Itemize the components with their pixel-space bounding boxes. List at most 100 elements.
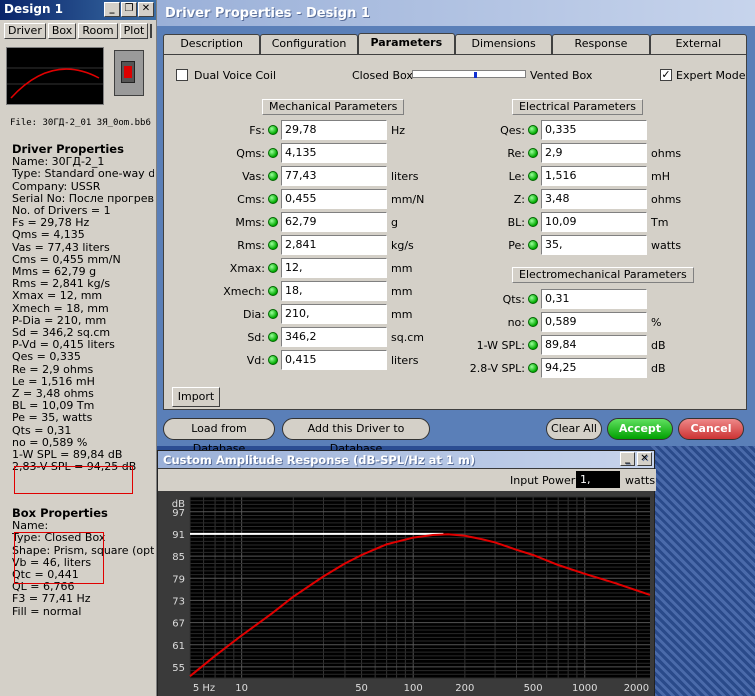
mechanical-parameters-header: Mechanical Parameters — [262, 99, 405, 115]
dialog-title[interactable]: Driver Properties - Design 1 — [157, 0, 755, 26]
param-input[interactable]: 0,31 — [541, 289, 647, 309]
param-input[interactable]: 346,2 — [281, 327, 387, 347]
graph-titlebar[interactable]: Custom Amplitude Response (dB-SPL/Hz at … — [158, 451, 654, 468]
param-input[interactable]: 2,9 — [541, 143, 647, 163]
accept-button[interactable]: Accept — [607, 418, 673, 440]
param-label: Cms: — [237, 192, 265, 206]
close-icon[interactable]: ✕ — [637, 452, 652, 466]
graph-toolbar: Input Power: 1, watts — [158, 469, 656, 491]
status-led-icon[interactable] — [268, 217, 278, 227]
tab-description[interactable]: Description — [163, 34, 261, 54]
param-input[interactable]: 0,335 — [541, 120, 647, 140]
minimize-icon[interactable]: _ — [620, 452, 635, 466]
param-unit: kg/s — [391, 238, 414, 252]
tab-parameters[interactable]: Parameters — [357, 33, 455, 54]
slider-knob[interactable] — [474, 72, 477, 78]
driver-properties-list: Driver Properties Name: 30ГД-2_1 Type: St… — [12, 143, 154, 473]
param-unit: watts — [651, 238, 682, 252]
driver-property-line: Company: USSR — [12, 179, 101, 193]
param-input[interactable]: 0,455 — [281, 189, 387, 209]
clear-all-button[interactable]: Clear All — [546, 418, 602, 440]
box-highlight — [14, 532, 104, 584]
param-label: Rms: — [237, 238, 265, 252]
tab-plot[interactable]: Plot — [119, 23, 149, 39]
tab-box[interactable]: Box — [47, 23, 77, 39]
param-unit: ohms — [651, 146, 682, 160]
param-label: Qts: — [502, 292, 525, 306]
add-driver-to-database-button[interactable]: Add this Driver to Database — [282, 418, 430, 455]
status-led-icon[interactable] — [528, 294, 538, 304]
driver-property-line: Xmax = 12, mm — [12, 289, 103, 303]
param-label: Xmax: — [229, 261, 265, 275]
desktop-background — [650, 440, 755, 696]
tab-room[interactable]: Room — [78, 23, 118, 39]
status-led-icon[interactable] — [528, 240, 538, 250]
status-led-icon[interactable] — [528, 125, 538, 135]
param-unit: mm/N — [391, 192, 425, 206]
status-led-icon[interactable] — [268, 171, 278, 181]
param-input[interactable]: 29,78 — [281, 120, 387, 140]
status-led-icon[interactable] — [268, 309, 278, 319]
y-tick-label: 79 — [172, 574, 185, 585]
status-led-icon[interactable] — [528, 194, 538, 204]
response-thumbnail[interactable] — [6, 47, 104, 105]
restore-icon[interactable]: ❐ — [121, 2, 137, 17]
response-plot[interactable]: 5561677379859197dB5 Hz 10 50 100 200 500 1000 2… — [158, 491, 654, 696]
status-led-icon[interactable] — [528, 317, 538, 327]
design-tabs: Driver Box Room Plot — [0, 20, 156, 42]
status-led-icon[interactable] — [268, 125, 278, 135]
design-window-titlebar[interactable]: Design 1 _ ❐ ✕ — [0, 0, 156, 20]
color-swatch[interactable] — [150, 24, 153, 38]
status-led-icon[interactable] — [528, 148, 538, 158]
param-input[interactable]: 10,09 — [541, 212, 647, 232]
param-input[interactable]: 89,84 — [541, 335, 647, 355]
param-input[interactable]: 4,135 — [281, 143, 387, 163]
tab-external[interactable]: External — [649, 34, 747, 54]
tab-driver[interactable]: Driver — [4, 23, 46, 39]
expert-mode-checkbox[interactable]: ✓ — [660, 69, 672, 81]
param-input[interactable]: 62,79 — [281, 212, 387, 232]
status-led-icon[interactable] — [268, 286, 278, 296]
minimize-icon[interactable]: _ — [104, 2, 120, 17]
status-led-icon[interactable] — [268, 194, 278, 204]
status-led-icon[interactable] — [268, 148, 278, 158]
status-led-icon[interactable] — [528, 363, 538, 373]
param-input[interactable]: 18, — [281, 281, 387, 301]
param-input[interactable]: 1,516 — [541, 166, 647, 186]
status-led-icon[interactable] — [268, 355, 278, 365]
tab-configuration[interactable]: Configuration — [260, 34, 358, 54]
input-power-field[interactable]: 1, — [576, 471, 620, 488]
status-led-icon[interactable] — [268, 263, 278, 273]
param-input[interactable]: 3,48 — [541, 189, 647, 209]
param-input[interactable]: 210, — [281, 304, 387, 324]
param-row: Fs: 29,78 Hz — [208, 120, 405, 140]
x-tick-label: 500 — [524, 683, 543, 694]
param-input[interactable]: 35, — [541, 235, 647, 255]
param-input[interactable]: 94,25 — [541, 358, 647, 378]
param-input[interactable]: 2,841 — [281, 235, 387, 255]
box-type-slider[interactable] — [412, 70, 526, 78]
close-icon[interactable]: ✕ — [138, 2, 154, 17]
param-unit: Hz — [391, 123, 406, 137]
param-input[interactable]: 12, — [281, 258, 387, 278]
param-label: Fs: — [249, 123, 265, 137]
dual-voice-coil-checkbox[interactable] — [176, 69, 188, 81]
import-button[interactable]: Import — [172, 387, 220, 407]
param-input[interactable]: 0,415 — [281, 350, 387, 370]
status-led-icon[interactable] — [528, 217, 538, 227]
tab-response[interactable]: Response — [552, 34, 650, 54]
param-label: Dia: — [243, 307, 265, 321]
speaker-box-icon[interactable] — [114, 50, 144, 96]
status-led-icon[interactable] — [528, 171, 538, 181]
load-from-database-button[interactable]: Load from Database — [163, 418, 275, 455]
param-input[interactable]: 77,43 — [281, 166, 387, 186]
tab-dimensions[interactable]: Dimensions — [454, 34, 553, 54]
status-led-icon[interactable] — [528, 340, 538, 350]
cancel-button[interactable]: Cancel — [678, 418, 744, 440]
closed-box-label: Closed Box — [352, 69, 413, 82]
input-power-unit: watts — [625, 474, 656, 487]
input-power-label: Input Power: — [510, 474, 579, 487]
status-led-icon[interactable] — [268, 240, 278, 250]
status-led-icon[interactable] — [268, 332, 278, 342]
param-input[interactable]: 0,589 — [541, 312, 647, 332]
